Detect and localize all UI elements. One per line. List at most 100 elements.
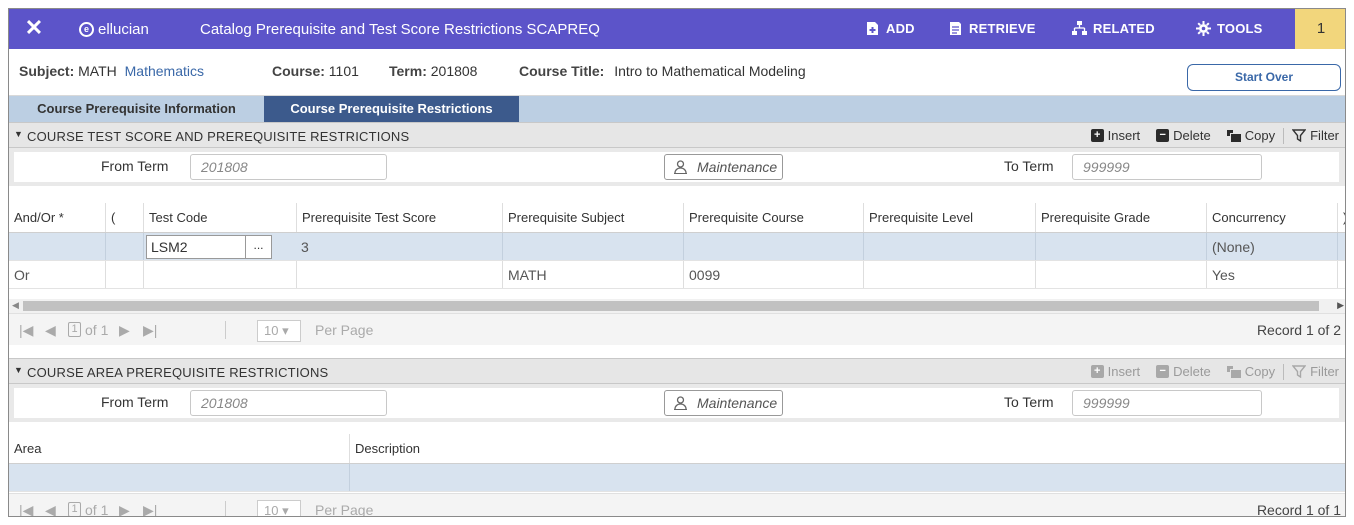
col-subject[interactable]: Prerequisite Subject [502,203,683,232]
cell-course[interactable]: 0099 [683,261,863,288]
test-code-input[interactable]: LSM2 ... [146,235,272,259]
last-page-icon[interactable]: ▶| [143,502,157,516]
scrollbar-thumb[interactable] [23,301,1319,311]
maintenance-button[interactable]: Maintenance [664,154,783,180]
first-page-icon[interactable]: |◀ [19,322,33,339]
col-description[interactable]: Description [349,434,1345,463]
maintenance-button[interactable]: Maintenance [664,390,783,416]
grid-header: And/Or * ( Test Code Prerequisite Test S… [9,203,1345,233]
col-concurrency[interactable]: Concurrency [1206,203,1337,232]
cell-open-paren[interactable] [105,261,143,288]
notification-badge[interactable]: 1 [1295,9,1345,49]
next-page-icon[interactable]: ▶ [119,502,130,516]
related-button[interactable]: RELATED [1072,21,1155,36]
cell-grade[interactable] [1035,233,1206,260]
col-level[interactable]: Prerequisite Level [863,203,1035,232]
cell-close-paren[interactable] [1337,233,1345,260]
course-value: 1101 [328,63,359,79]
tools-button[interactable]: TOOLS [1196,21,1263,36]
insert-label: Insert [1107,364,1141,379]
cell-course[interactable] [683,233,863,260]
cell-test-score[interactable]: 3 [296,233,502,260]
lookup-ellipsis-icon[interactable]: ... [245,236,271,258]
table-row[interactable]: LSM2 ... 3 (None) [9,233,1345,261]
scroll-right-arrow-icon[interactable]: ▶ [1337,300,1344,311]
logo-text: ellucian [98,21,149,38]
cell-test-code[interactable]: LSM2 ... [143,233,296,260]
col-and-or[interactable]: And/Or * [9,203,105,232]
per-page-select[interactable]: 10 ▾ [257,500,301,517]
term-label: Term: [389,63,427,79]
insert-button[interactable]: + Insert [1083,363,1149,380]
col-test-score[interactable]: Prerequisite Test Score [296,203,502,232]
tab-bar: Course Prerequisite Information Course P… [9,96,1345,129]
filter-button[interactable]: Filter [1284,363,1345,380]
from-term-label: From Term [101,394,169,410]
prev-page-icon[interactable]: ◀ [45,322,56,339]
cell-subject[interactable]: MATH [502,261,683,288]
cell-test-code[interactable] [143,261,296,288]
start-over-button[interactable]: Start Over [1187,64,1341,91]
cell-concurrency[interactable]: (None) [1206,233,1337,260]
cell-and-or[interactable] [9,233,105,260]
per-page-select[interactable]: 10 ▾ [257,320,301,342]
collapse-triangle-icon[interactable]: ▼ [14,129,23,139]
close-icon[interactable]: ✕ [23,17,45,39]
tab-course-prerequisite-information[interactable]: Course Prerequisite Information [9,96,264,122]
cell-level[interactable] [863,233,1035,260]
cell-subject[interactable] [502,233,683,260]
table-row[interactable] [9,464,1345,492]
from-term-field[interactable]: 201808 [190,154,387,180]
insert-button[interactable]: + Insert [1083,127,1149,144]
cell-grade[interactable] [1035,261,1206,288]
prev-page-icon[interactable]: ◀ [45,502,56,516]
cell-and-or[interactable]: Or [9,261,105,288]
maintenance-label: Maintenance [697,395,778,411]
cell-test-score[interactable] [296,261,502,288]
delete-button[interactable]: − Delete [1148,127,1219,144]
cell-area[interactable] [9,464,349,491]
col-test-code[interactable]: Test Code [143,203,296,232]
filter-button[interactable]: Filter [1284,127,1345,144]
to-term-field[interactable]: 999999 [1072,154,1262,180]
page-number-input[interactable]: 1 [68,502,81,516]
col-open-paren[interactable]: ( [105,203,143,232]
first-page-icon[interactable]: |◀ [19,502,33,516]
cell-close-paren[interactable] [1337,261,1345,288]
col-course[interactable]: Prerequisite Course [683,203,863,232]
ellucian-mark-icon: e [79,22,94,37]
cell-description[interactable] [349,464,1345,491]
tab-course-prerequisite-restrictions[interactable]: Course Prerequisite Restrictions [264,96,519,129]
pager-test-score: |◀ ◀ 1 of 1 ▶ ▶| 10 ▾ Per Page Record 1 … [9,313,1345,345]
divider [225,321,226,339]
col-grade[interactable]: Prerequisite Grade [1035,203,1206,232]
col-area[interactable]: Area [9,434,349,463]
horizontal-scrollbar[interactable]: ◀ ▶ [9,299,1345,313]
cell-level[interactable] [863,261,1035,288]
per-page-value: 10 [264,503,279,517]
from-term-field[interactable]: 201808 [190,390,387,416]
add-button[interactable]: ADD [865,21,915,36]
copy-icon [1226,365,1241,378]
delete-icon: − [1156,129,1170,142]
copy-button[interactable]: Copy [1219,127,1283,144]
record-count: Record 1 of 1 [1256,502,1341,517]
to-term-field[interactable]: 999999 [1072,390,1262,416]
delete-button[interactable]: − Delete [1148,363,1219,380]
next-page-icon[interactable]: ▶ [119,322,130,339]
last-page-icon[interactable]: ▶| [143,322,157,339]
col-close-paren[interactable]: ) [1337,203,1345,232]
delete-label: Delete [1173,128,1211,143]
cell-concurrency[interactable]: Yes [1206,261,1337,288]
copy-button[interactable]: Copy [1219,363,1283,380]
cell-open-paren[interactable] [105,233,143,260]
term-info: Term: 201808 [389,63,477,79]
retrieve-button[interactable]: RETRIEVE [948,21,1036,36]
page-number-input[interactable]: 1 [68,322,81,337]
collapse-triangle-icon[interactable]: ▼ [14,365,23,375]
copy-icon [1226,129,1241,142]
table-row[interactable]: Or MATH 0099 Yes [9,261,1345,289]
term-row-area: From Term 201808 Maintenance To Term 999… [9,384,1345,422]
per-page-label: Per Page [315,502,374,517]
scroll-left-arrow-icon[interactable]: ◀ [12,300,19,311]
